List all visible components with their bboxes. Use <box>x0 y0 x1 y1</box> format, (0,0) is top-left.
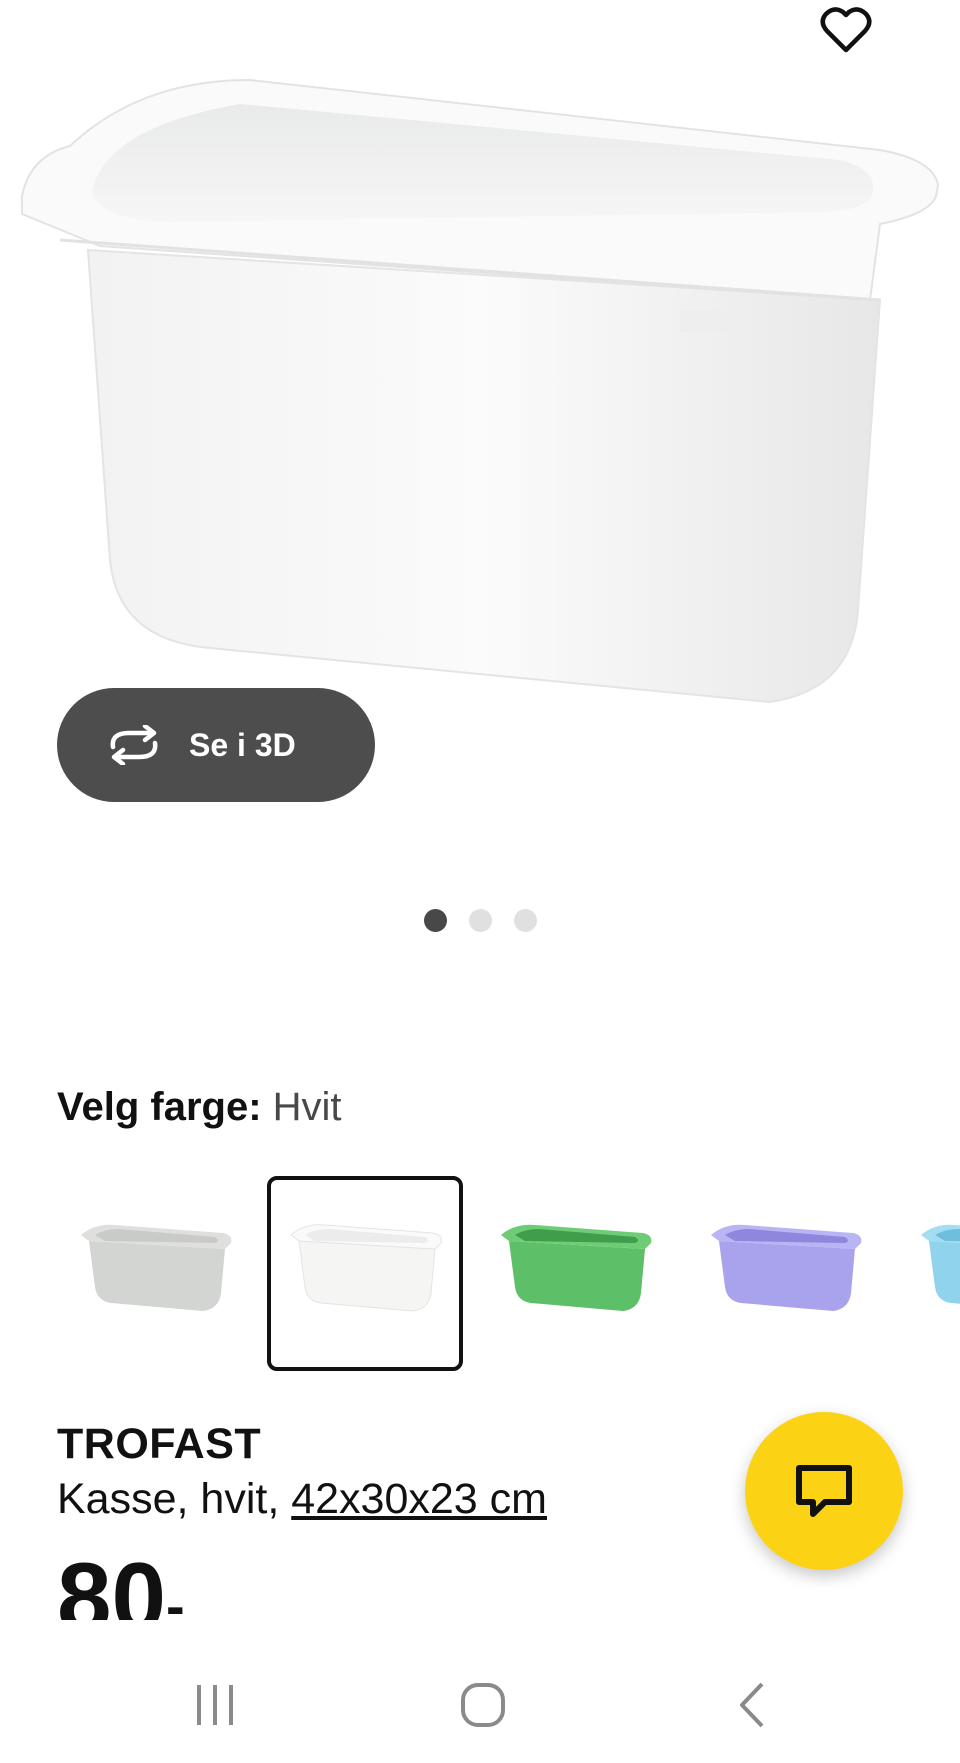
product-image <box>21 78 940 704</box>
view-3d-label: Se i 3D <box>189 726 296 763</box>
price-value: 80 <box>57 1548 167 1620</box>
recent-apps-icon <box>197 1685 233 1725</box>
color-swatch-white[interactable] <box>267 1176 463 1371</box>
heart-icon <box>820 7 872 53</box>
home-button[interactable] <box>443 1670 523 1740</box>
view-3d-button[interactable]: Se i 3D <box>57 688 375 802</box>
price-suffix: - <box>166 1574 185 1621</box>
carousel-indicator <box>0 909 960 932</box>
color-selector-label: Velg farge: Hvit <box>57 1085 342 1130</box>
carousel-dot[interactable] <box>513 909 537 932</box>
color-swatch-lilac[interactable] <box>687 1176 883 1371</box>
product-image-carousel[interactable] <box>0 0 960 760</box>
white-bin-thumbnail <box>290 1223 442 1312</box>
color-swatch-light-blue[interactable] <box>897 1176 960 1371</box>
back-button[interactable] <box>712 1670 792 1740</box>
color-swatch-grey[interactable] <box>57 1176 253 1371</box>
color-swatch-list <box>57 1176 960 1371</box>
light-blue-bin-thumbnail <box>921 1224 960 1304</box>
product-name: TROFAST <box>57 1420 262 1468</box>
chat-button[interactable] <box>745 1412 903 1570</box>
chat-icon <box>796 1465 852 1517</box>
product-price: 80- <box>57 1548 185 1620</box>
back-icon <box>740 1682 764 1728</box>
carousel-dot[interactable] <box>423 909 447 932</box>
selected-color-value: Hvit <box>272 1085 342 1129</box>
green-bin-thumbnail <box>501 1224 652 1311</box>
favourite-button[interactable] <box>816 0 876 60</box>
system-navigation-bar <box>0 1640 960 1763</box>
recent-apps-button[interactable] <box>175 1670 255 1740</box>
rotate-3d-icon <box>110 725 158 765</box>
home-icon <box>461 1683 505 1727</box>
color-label-title: Velg farge: <box>57 1085 262 1129</box>
carousel-dot[interactable] <box>468 909 492 932</box>
product-dimensions-link[interactable]: 42x30x23 cm <box>291 1475 547 1523</box>
grey-bin-thumbnail <box>81 1224 232 1311</box>
color-swatch-green[interactable] <box>477 1176 673 1371</box>
product-description-text: Kasse, hvit, <box>57 1475 292 1523</box>
lilac-bin-thumbnail <box>711 1224 862 1311</box>
product-description: Kasse, hvit, 42x30x23 cm <box>57 1475 547 1524</box>
product-info: TROFAST Kasse, hvit, 42x30x23 cm <box>57 1420 547 1524</box>
